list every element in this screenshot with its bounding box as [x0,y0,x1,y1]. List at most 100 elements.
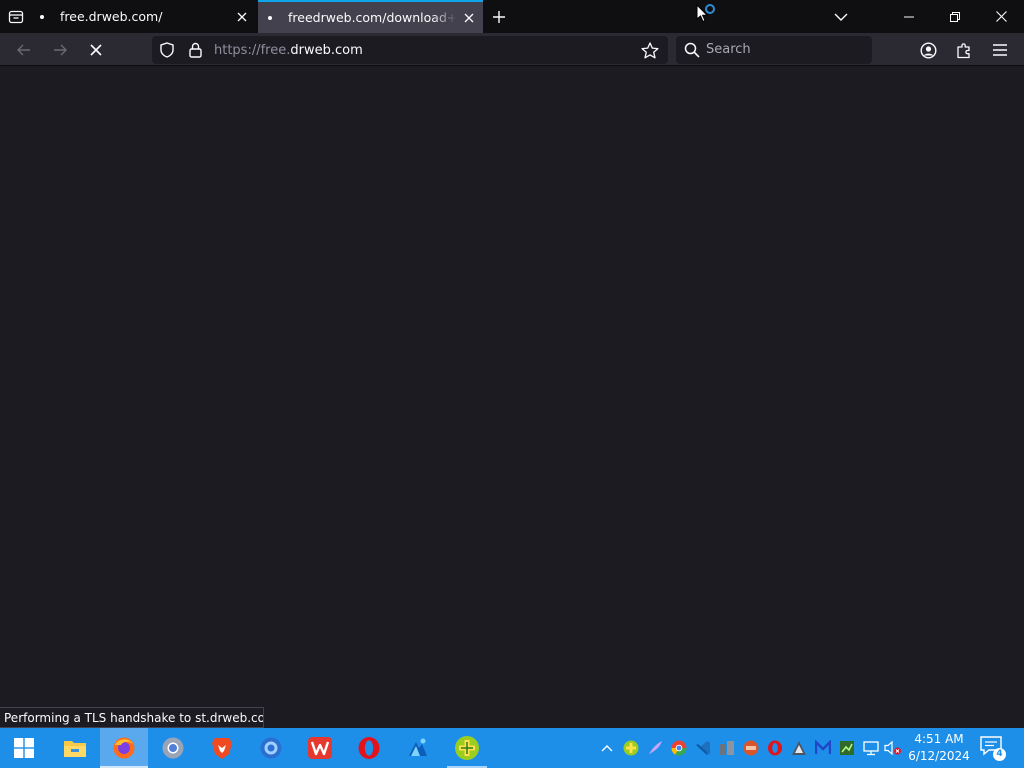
close-icon [237,12,247,21]
extensions-button[interactable] [952,38,976,62]
restore-button[interactable] [932,0,978,33]
plus-icon [493,11,505,23]
tray-app-2[interactable] [742,738,760,758]
window-close-button[interactable] [978,0,1024,33]
back-button[interactable] [11,37,37,63]
cureit-icon [623,740,639,756]
taskbar-app[interactable] [394,728,442,768]
close-icon [995,11,1007,22]
network-icon [863,741,879,756]
star-icon [641,41,659,58]
title-bar: free.drweb.com/ freedrweb.com/download+c… [0,0,1024,33]
taskbar-firefox[interactable] [100,728,148,768]
url-text[interactable]: https://free.drweb.com [214,43,363,58]
opera-icon [768,740,782,756]
arrow-right-icon [54,44,67,56]
taskbar-chrome[interactable] [149,728,197,768]
forward-button[interactable] [47,37,73,63]
tab-close-button[interactable] [461,10,477,26]
globe-icon [260,737,282,759]
lock-icon [188,42,202,58]
app-icon [409,738,427,756]
tray-overflow-button[interactable] [598,738,616,758]
clock-date: 6/12/2024 [908,749,970,763]
chrome-icon [671,740,687,756]
tray-drweb[interactable] [622,738,640,758]
account-button[interactable] [916,38,940,62]
puzzle-icon [956,42,970,58]
shield-icon [160,42,174,58]
notification-count-badge: 4 [993,748,1006,761]
cureit-icon [455,736,479,760]
bookmark-star-button[interactable] [640,41,660,59]
triangle-icon [792,741,806,755]
tray-vscode[interactable] [694,738,712,758]
tray-opera[interactable] [766,738,784,758]
hamburger-menu-icon [993,44,1007,56]
taskbar-file-explorer[interactable] [51,728,99,768]
close-icon [464,13,474,22]
tray-app-4[interactable] [814,738,832,758]
tray-feather-app[interactable] [646,738,664,758]
tray-app[interactable] [718,738,736,758]
start-button[interactable] [0,728,48,768]
taskbar-browser[interactable] [247,728,295,768]
opera-icon [358,737,380,759]
address-bar[interactable]: https://free.drweb.com [152,36,668,64]
arrow-left-icon [17,44,30,56]
chrome-icon [162,737,184,759]
account-icon [919,41,937,59]
minimize-button[interactable] [886,0,932,33]
url-scheme: https://free. [214,43,291,58]
tab-title: free.drweb.com/ [60,9,163,24]
brave-icon [212,738,232,759]
tray-network[interactable] [862,738,880,758]
tray-app-5[interactable] [838,738,856,758]
taskbar-opera[interactable] [345,728,393,768]
windows-logo-icon [14,738,34,758]
grid-icon [720,741,734,755]
windows-taskbar: 4:51 AM 6/12/2024 4 [0,728,1024,768]
minimize-icon [904,16,914,17]
clock-time: 4:51 AM [914,732,964,746]
taskbar-clock[interactable]: 4:51 AM 6/12/2024 [906,731,972,765]
m-icon [815,740,831,754]
firefox-icon [113,737,135,759]
busy-cursor-icon [696,4,715,23]
site-info-button[interactable] [186,41,204,59]
tray-chrome[interactable] [670,738,688,758]
taskbar-wps-office[interactable] [296,728,344,768]
restore-icon [950,11,960,22]
tray-volume[interactable] [884,738,902,758]
taskbar-drweb-cureit[interactable] [443,728,491,768]
wps-icon [308,737,332,759]
tab-close-button[interactable] [234,9,250,25]
action-center-button[interactable]: 4 [980,736,1006,762]
list-all-tabs-button[interactable] [830,6,852,28]
tray-app-3[interactable] [790,738,808,758]
status-panel: Performing a TLS handshake to st.drweb.c… [0,707,264,728]
page-content-area[interactable] [0,67,1024,728]
volume-muted-icon [884,740,901,756]
chart-icon [840,741,854,755]
stop-x-icon [90,44,102,56]
firefox-view-button[interactable] [4,5,28,29]
chevron-down-icon [834,13,848,21]
search-input[interactable] [706,42,856,57]
taskbar-brave[interactable] [198,728,246,768]
app-menu-button[interactable] [988,38,1012,62]
new-tab-button[interactable] [488,6,510,28]
tracking-protection-button[interactable] [158,41,176,59]
chevron-up-icon [601,745,613,752]
search-bar[interactable] [676,36,872,64]
code-icon [696,741,710,755]
stop-button[interactable] [83,37,109,63]
folder-icon [64,741,86,757]
url-host: drweb.com [290,43,363,58]
tab-1[interactable]: free.drweb.com/ [30,0,256,33]
tab-2-active[interactable]: freedrweb.com/download+cure [258,0,483,33]
tab-favicon-placeholder [40,14,44,19]
search-icon [684,42,700,58]
tab-title: freedrweb.com/download+cure [288,10,457,25]
feather-icon [649,741,662,754]
